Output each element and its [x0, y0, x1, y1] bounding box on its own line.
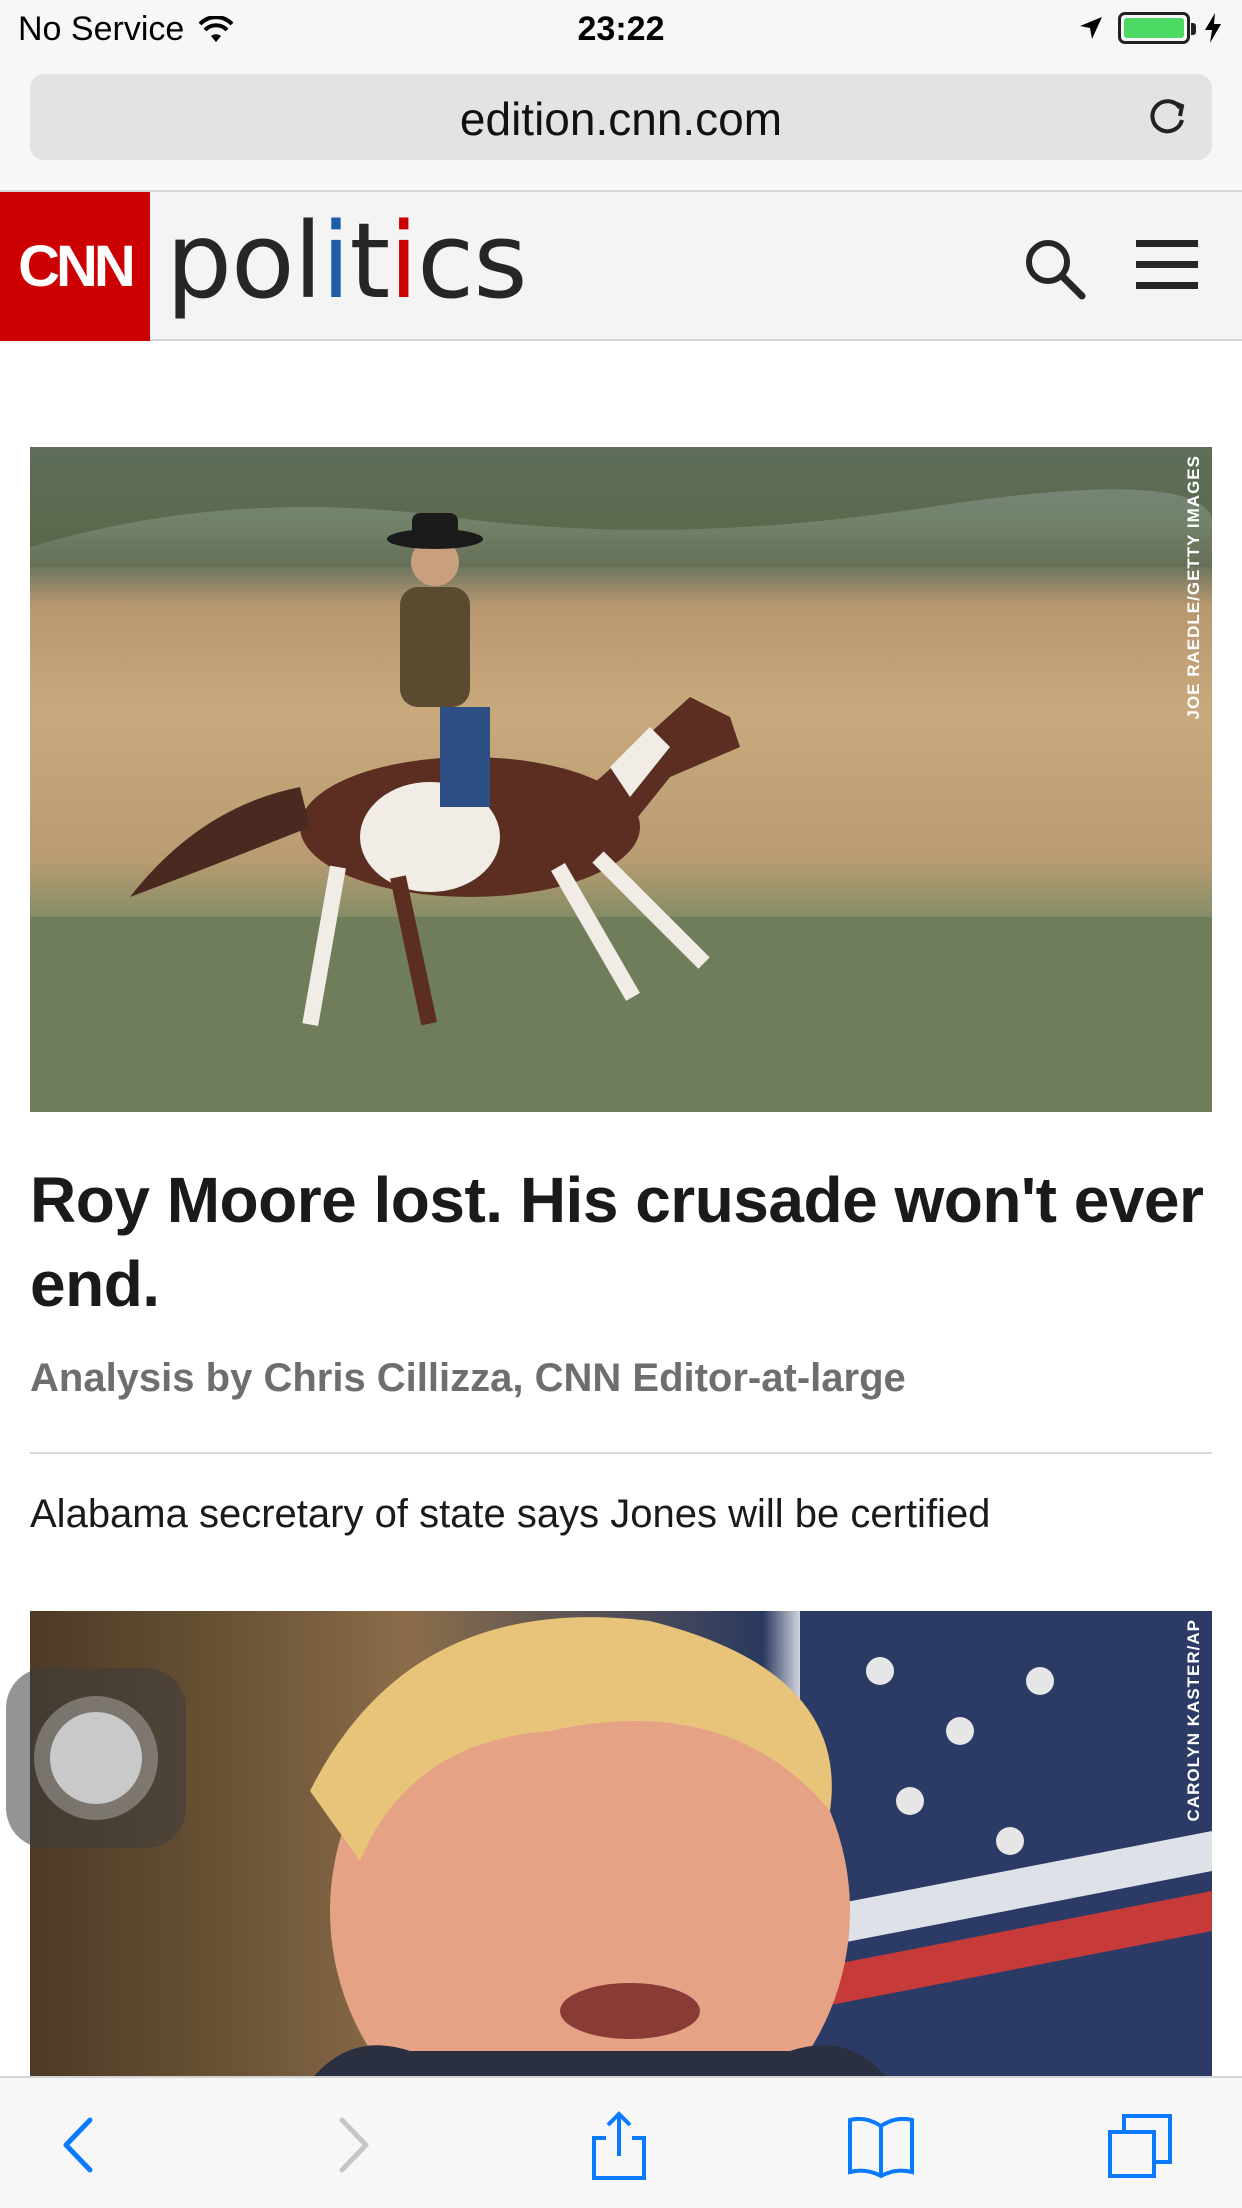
image-credit-2: CAROLYN KASTER/AP: [1184, 1619, 1203, 1822]
horse-rider-illustration: [30, 447, 1212, 1112]
browser-chrome: edition.cnn.com: [0, 64, 1242, 192]
location-arrow-icon: [1080, 17, 1102, 39]
status-right: [1078, 12, 1222, 44]
browser-toolbar: [0, 2076, 1242, 2208]
book-icon[interactable]: [846, 2110, 916, 2180]
chevron-left-icon[interactable]: [44, 2110, 114, 2180]
bolt-icon: [1205, 13, 1221, 43]
search-icon[interactable]: [1022, 236, 1088, 302]
image-credit: JOE RAEDLE/GETTY IMAGES: [1184, 455, 1203, 720]
related-link[interactable]: Alabama secretary of state says Jones wi…: [30, 1492, 990, 1537]
status-bar: No Service 23:22: [0, 0, 1242, 64]
url-text[interactable]: edition.cnn.com: [30, 92, 1212, 146]
reload-icon[interactable]: [1142, 92, 1192, 142]
hamburger-menu-icon[interactable]: [1136, 240, 1198, 292]
portrait-illustration: [310, 1611, 1212, 2081]
site-header: CNN politics: [0, 192, 1242, 341]
battery-icon: [1118, 12, 1196, 44]
cnn-logo[interactable]: CNN: [0, 192, 150, 341]
article-byline: Analysis by Chris Cillizza, CNN Editor-a…: [30, 1356, 906, 1400]
article-headline[interactable]: Roy Moore lost. His crusade won't ever e…: [30, 1158, 1212, 1326]
tabs-icon[interactable]: [1106, 2110, 1176, 2180]
assistive-touch-button[interactable]: [6, 1668, 186, 1848]
second-story-image[interactable]: CAROLYN KASTER/AP: [30, 1611, 1212, 2081]
share-icon[interactable]: [584, 2110, 654, 2180]
divider: [30, 1452, 1212, 1454]
article-hero-image[interactable]: JOE RAEDLE/GETTY IMAGES: [30, 447, 1212, 1112]
logo-text: CNN: [18, 234, 136, 299]
section-title[interactable]: politics: [166, 206, 528, 316]
address-bar[interactable]: edition.cnn.com: [30, 74, 1212, 160]
chevron-right-icon[interactable]: [318, 2110, 388, 2180]
clock: 23:22: [577, 10, 665, 48]
